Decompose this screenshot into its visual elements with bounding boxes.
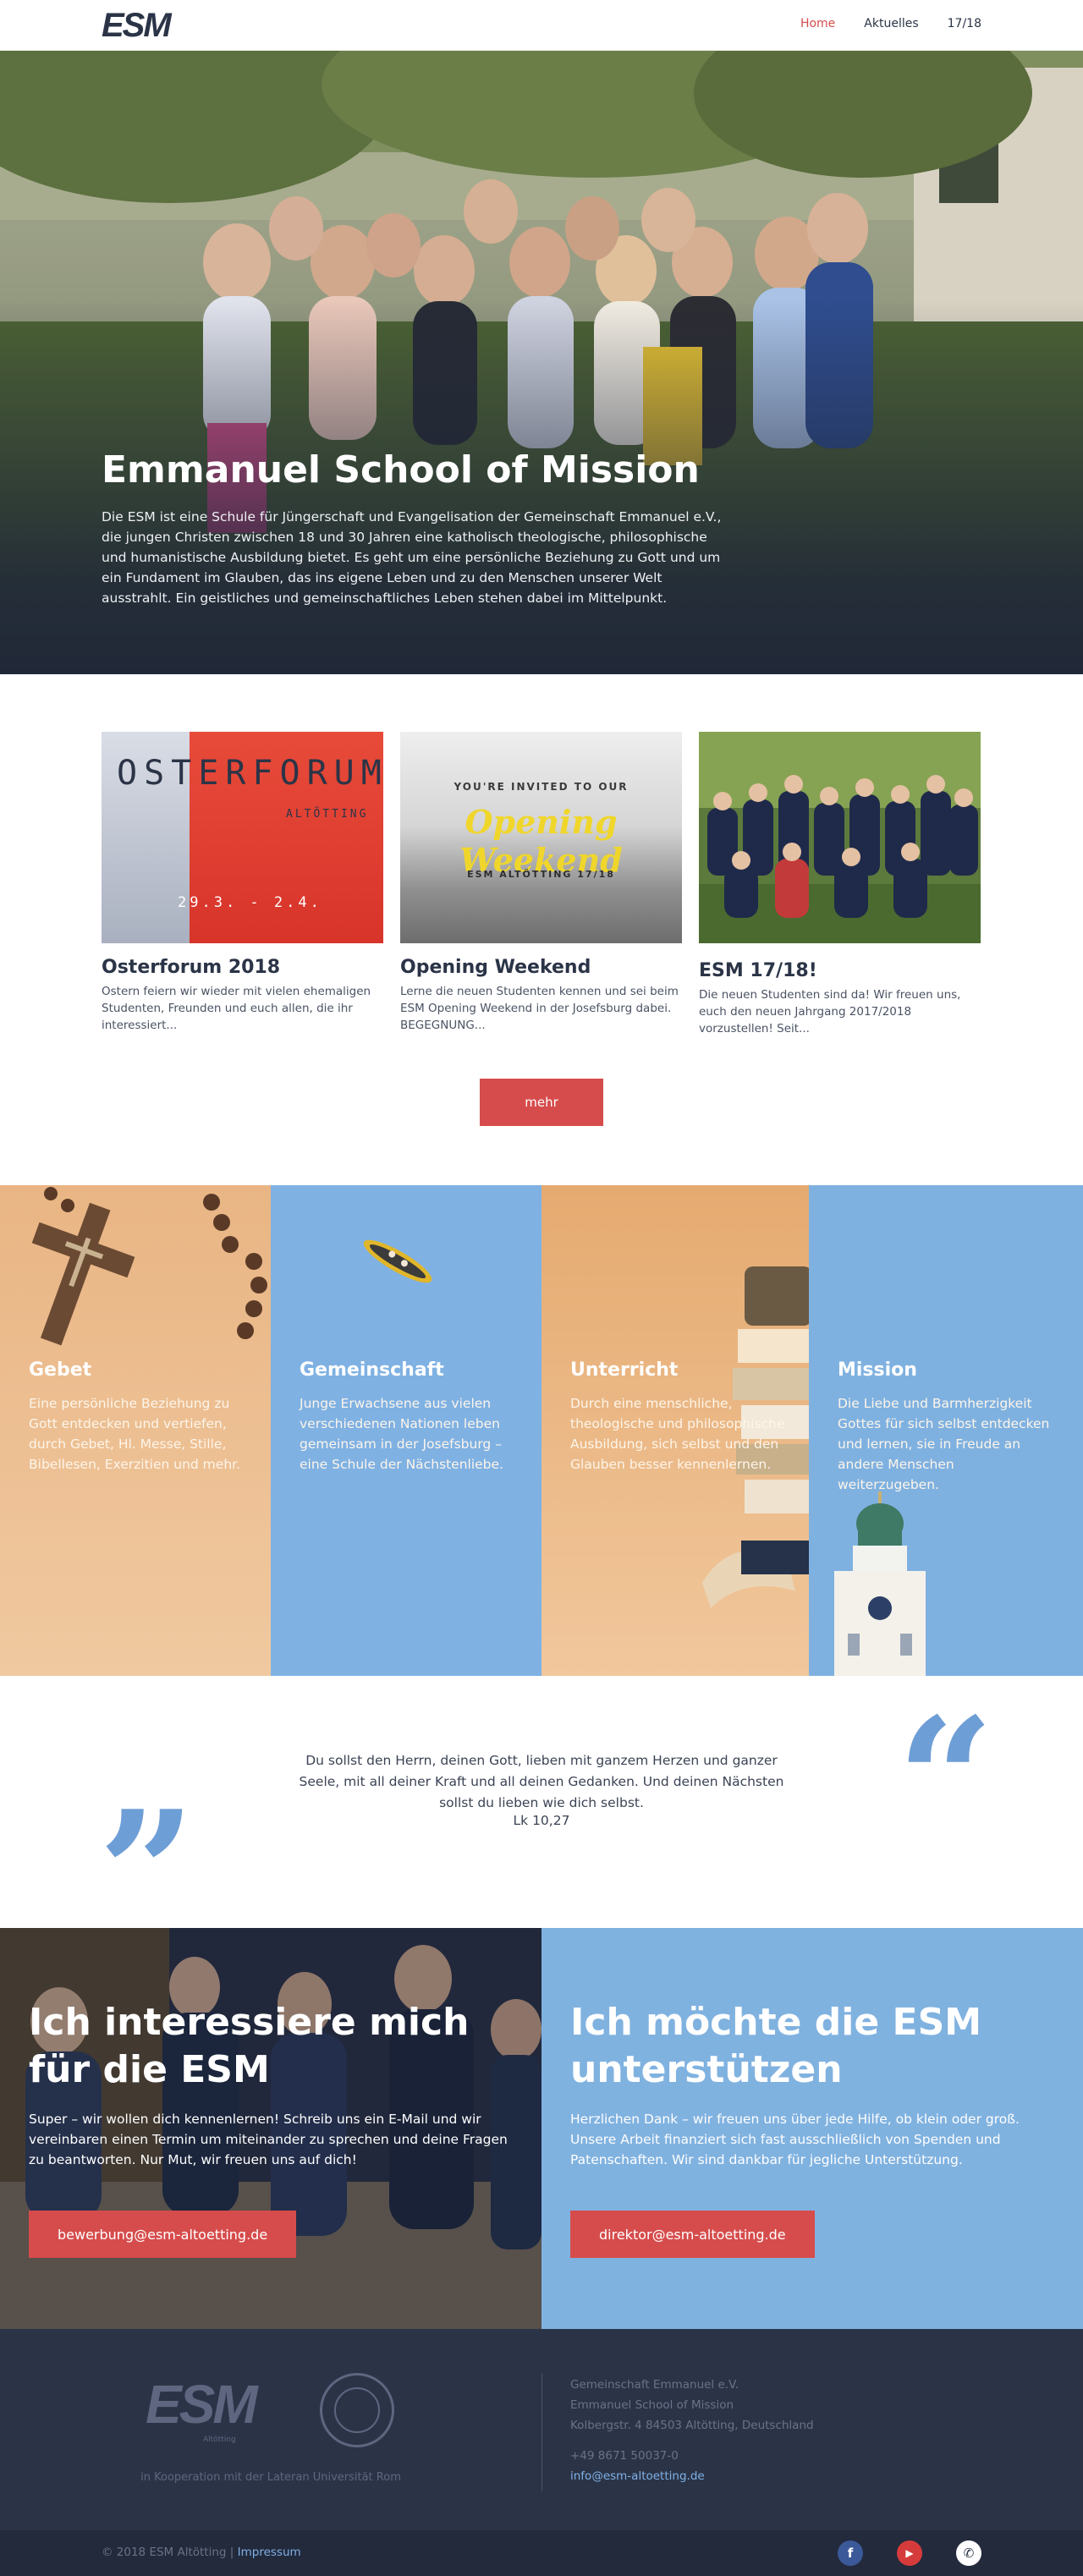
pillar-title: Gebet bbox=[29, 1359, 92, 1381]
social-links: f ▶ ✆ bbox=[838, 2540, 981, 2566]
pillar-gemeinschaft: Gemeinschaft Junge Erwachsene aus vielen… bbox=[271, 1185, 542, 1676]
opening-heading: Opening Weekend bbox=[459, 803, 623, 879]
news-card[interactable]: ESM 17/18! Die neuen Studenten sind da! … bbox=[699, 732, 981, 1037]
cooperation-note: in Kooperation mit der Lateran Universit… bbox=[140, 2471, 401, 2484]
pillar-text: Eine persönliche Beziehung zu Gott entde… bbox=[29, 1396, 241, 1472]
copyright-text: © 2018 ESM Altötting | bbox=[102, 2546, 234, 2559]
news-cards: OSTERFORUM ALTÖTTING 29.3. - 2.4. Osterf… bbox=[102, 732, 981, 1037]
bible-quote: Du sollst den Herrn, deinen Gott, lieben… bbox=[299, 1753, 784, 1810]
osterforum-date: 29.3. - 2.4. bbox=[178, 894, 322, 911]
apply-email-button[interactable]: bewerbung@esm-altoetting.de bbox=[29, 2211, 297, 2258]
esm-group-image[interactable] bbox=[699, 732, 981, 943]
nav-home[interactable]: Home bbox=[800, 17, 835, 30]
cta-interest-title: Ich interessiere mich für die ESM bbox=[29, 2001, 470, 2091]
boat-image bbox=[363, 1239, 432, 1283]
rosary-cross-image bbox=[31, 1187, 267, 1346]
facebook-icon[interactable]: f bbox=[838, 2540, 863, 2566]
cta-section: Ich interessiere mich für die ESM Super … bbox=[0, 1928, 1083, 2329]
pillar-mission: Mission Die Liebe und Barmherzigkeit Got… bbox=[809, 1185, 1083, 1676]
director-email-button[interactable]: direktor@esm-altoetting.de bbox=[570, 2211, 815, 2258]
address-line: Kolbergstr. 4 84503 Altötting, Deutschla… bbox=[570, 2419, 814, 2432]
youtube-icon[interactable]: ▶ bbox=[897, 2540, 922, 2566]
news-section: OSTERFORUM ALTÖTTING 29.3. - 2.4. Osterf… bbox=[0, 674, 1083, 1185]
main-nav: Home Aktuelles 17/18 bbox=[800, 17, 981, 30]
footer-address: Gemeinschaft Emmanuel e.V. Emmanuel Scho… bbox=[570, 2375, 814, 2436]
address-line: Emmanuel School of Mission bbox=[570, 2398, 734, 2412]
pillar-gebet: Gebet Eine persönliche Beziehung zu Gott… bbox=[0, 1185, 271, 1676]
nav-aktuelles[interactable]: Aktuelles bbox=[864, 17, 918, 30]
footer-phone: +49 8671 50037-0 bbox=[570, 2449, 679, 2463]
whatsapp-icon[interactable]: ✆ bbox=[956, 2540, 981, 2566]
news-card-excerpt: Die neuen Studenten sind da! Wir freuen … bbox=[699, 988, 961, 1035]
impressum-link[interactable]: Impressum bbox=[238, 2546, 301, 2559]
quote-section: “ Du sollst den Herrn, deinen Gott, lieb… bbox=[0, 1676, 1083, 1958]
pillar-text: Junge Erwachsene aus vielen verschiedene… bbox=[300, 1396, 503, 1472]
cta-interest-text: Super – wir wollen dich kennenlernen! Sc… bbox=[29, 2112, 508, 2167]
footer-email-link[interactable]: info@esm-altoetting.de bbox=[570, 2469, 705, 2483]
pillar-title: Unterricht bbox=[570, 1359, 679, 1381]
bible-reference: Lk 10,27 bbox=[513, 1813, 570, 1828]
bottom-bar: © 2018 ESM Altötting | Impressum f ▶ ✆ bbox=[0, 2530, 1083, 2576]
address-line: Gemeinschaft Emmanuel e.V. bbox=[570, 2378, 739, 2392]
news-card-title[interactable]: Osterforum 2018 bbox=[102, 957, 383, 978]
pillar-unterricht: Unterricht Durch eine menschliche, theol… bbox=[542, 1185, 809, 1676]
osterforum-heading: OSTERFORUM bbox=[117, 754, 383, 793]
hero-description: Die ESM ist eine Schule für Jüngerschaft… bbox=[102, 509, 722, 606]
footer-esm-logo: ESM bbox=[146, 2374, 258, 2435]
opening-sub: ESM ALTÖTTING 17/18 bbox=[467, 869, 615, 880]
hero-content: Emmanuel School of Mission Die ESM ist e… bbox=[102, 448, 728, 608]
nav-17-18[interactable]: 17/18 bbox=[948, 17, 981, 30]
news-card-excerpt: Lerne die neuen Studenten kennen und sei… bbox=[400, 985, 679, 1032]
more-button[interactable]: mehr bbox=[480, 1079, 603, 1126]
pillars-section: Gebet Eine persönliche Beziehung zu Gott… bbox=[0, 1185, 1083, 1676]
cta-support: Ich möchte die ESM unterstützen Herzlich… bbox=[542, 1928, 1083, 2329]
hero-title: Emmanuel School of Mission bbox=[102, 448, 700, 492]
news-card-title[interactable]: Opening Weekend bbox=[400, 957, 682, 978]
open-quote-icon: “ bbox=[897, 1681, 995, 1880]
news-card[interactable]: YOU'RE INVITED TO OUR Opening Weekend ES… bbox=[400, 732, 682, 1037]
footer-logo-sub: Altötting bbox=[203, 2436, 236, 2444]
cta-interest: Ich interessiere mich für die ESM Super … bbox=[0, 1928, 542, 2329]
site-footer: ESM Altötting in Kooperation mit der Lat… bbox=[0, 2329, 1083, 2530]
osterforum-place: ALTÖTTING bbox=[286, 808, 369, 821]
news-card-title[interactable]: ESM 17/18! bbox=[699, 960, 981, 981]
pillar-text: Durch eine menschliche, theologische und… bbox=[570, 1396, 785, 1472]
hero-section: Emmanuel School of Mission Die ESM ist e… bbox=[0, 51, 1083, 674]
opening-weekend-image[interactable]: YOU'RE INVITED TO OUR Opening Weekend ES… bbox=[400, 732, 682, 943]
opening-invite: YOU'RE INVITED TO OUR bbox=[454, 781, 629, 793]
pillar-text: Die Liebe und Barmherzigkeit Gottes für … bbox=[838, 1396, 1050, 1492]
esm-logo[interactable]: ESM bbox=[102, 7, 172, 45]
pillar-title: Gemeinschaft bbox=[300, 1359, 444, 1381]
osterforum-image[interactable]: OSTERFORUM ALTÖTTING 29.3. - 2.4. bbox=[102, 732, 383, 943]
copyright: © 2018 ESM Altötting | Impressum bbox=[102, 2546, 301, 2559]
cta-support-title: Ich möchte die ESM unterstützen bbox=[570, 2001, 982, 2091]
cta-support-text: Herzlichen Dank – wir freuen uns über je… bbox=[570, 2112, 1020, 2167]
pillar-title: Mission bbox=[838, 1359, 917, 1381]
news-card-excerpt: Ostern feiern wir wieder mit vielen ehem… bbox=[102, 985, 371, 1032]
news-card[interactable]: OSTERFORUM ALTÖTTING 29.3. - 2.4. Osterf… bbox=[102, 732, 383, 1037]
seal-inner-ring bbox=[334, 2387, 380, 2433]
site-header: ESM Home Aktuelles 17/18 bbox=[0, 0, 1083, 51]
lateran-university-seal-icon bbox=[320, 2373, 394, 2447]
